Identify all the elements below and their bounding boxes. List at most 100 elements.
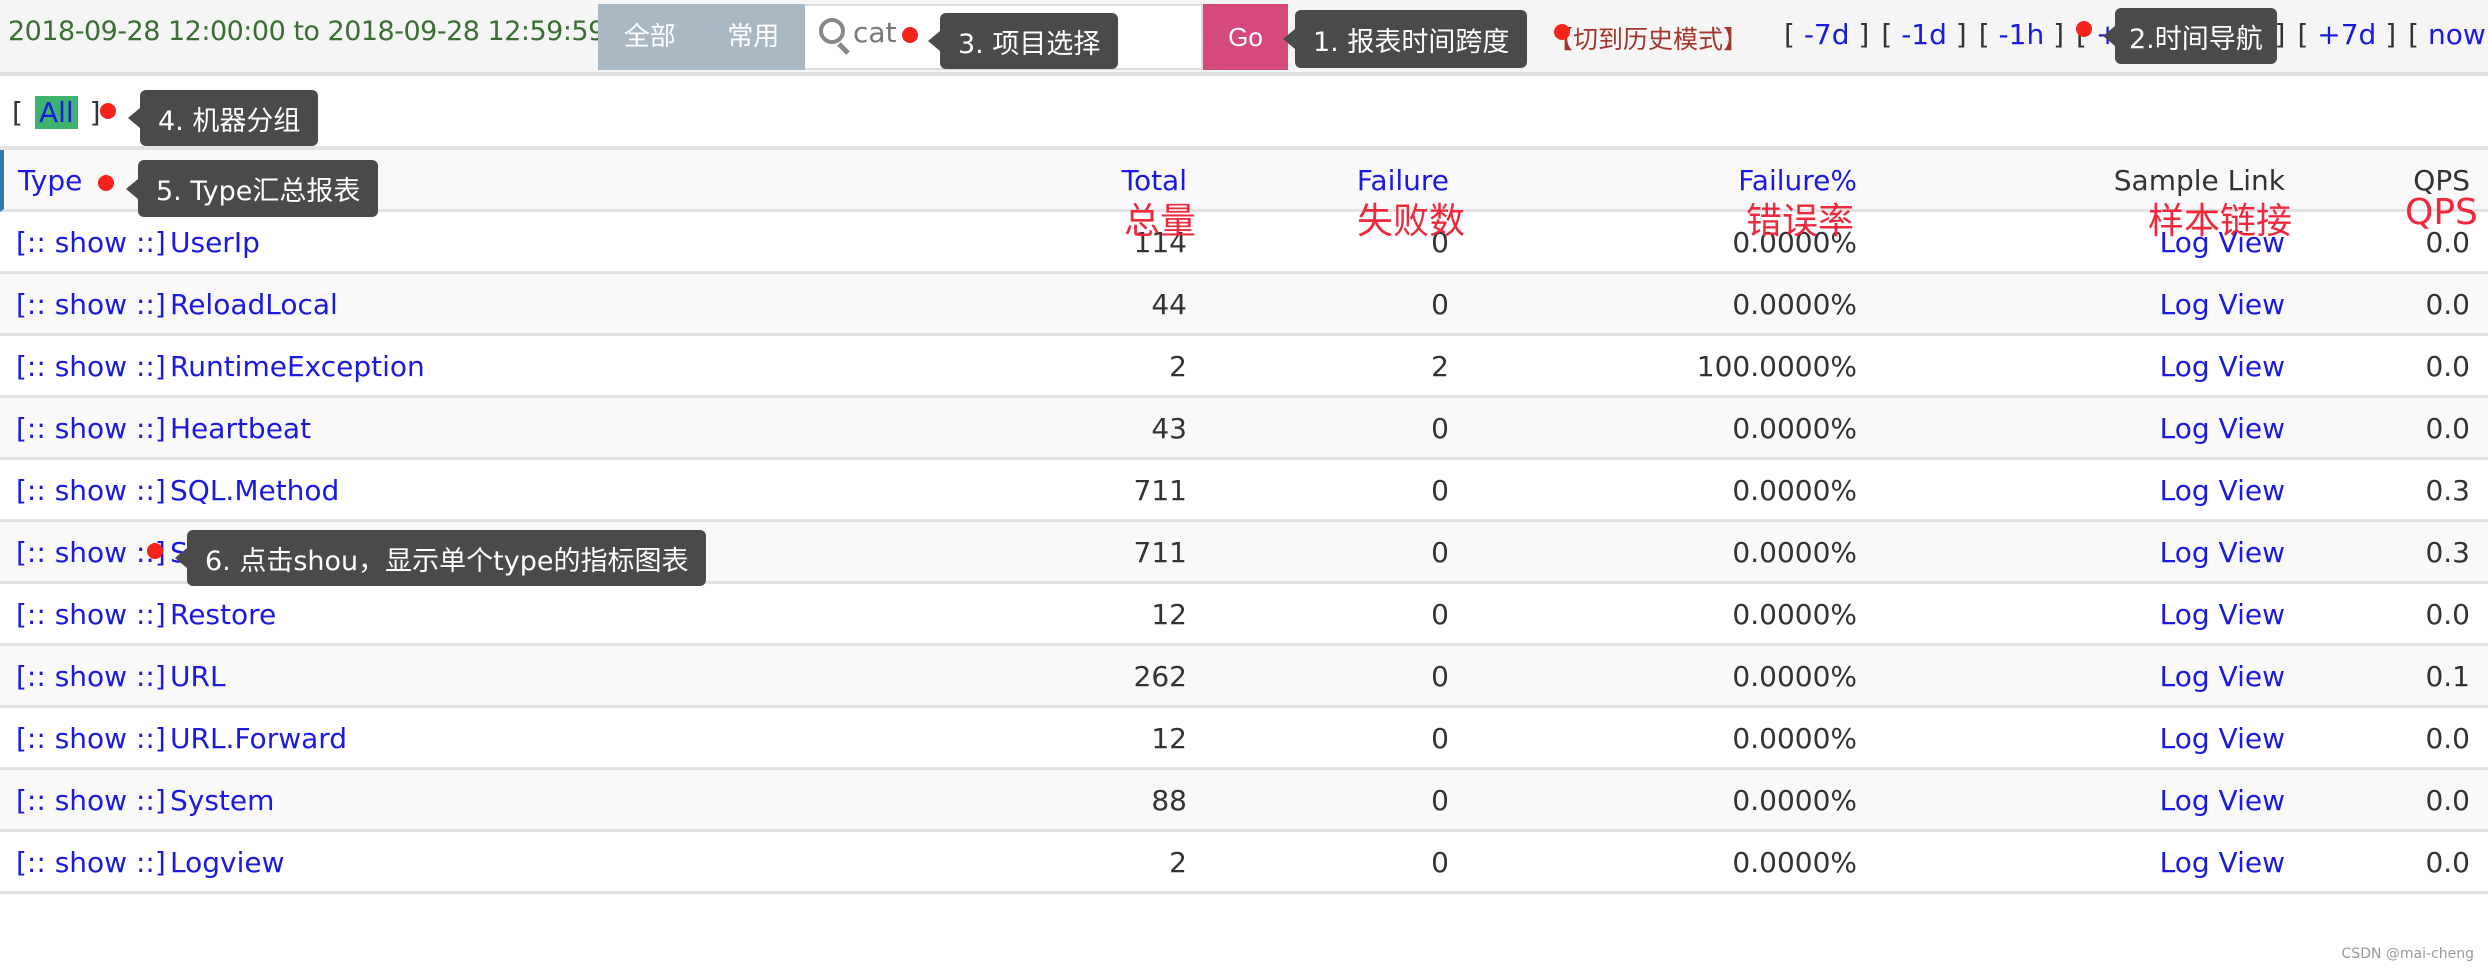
type-name-link[interactable]: Restore: [170, 598, 276, 631]
filter-all-button[interactable]: 全部: [598, 4, 702, 70]
type-name-link[interactable]: RuntimeException: [170, 350, 425, 383]
nav-plus7d-link[interactable]: +7d: [2317, 18, 2376, 51]
history-mode-link[interactable]: 【切到历史模式】: [1548, 20, 1748, 56]
log-view-link[interactable]: Log View: [2160, 598, 2285, 631]
failure-cell: 0: [1431, 412, 1449, 445]
failure-cell: 0: [1431, 722, 1449, 755]
show-chart-link[interactable]: [:: show ::]: [16, 660, 166, 693]
go-button[interactable]: Go: [1203, 4, 1288, 70]
show-chart-link[interactable]: [:: show ::]: [16, 598, 166, 631]
log-view-link[interactable]: Log View: [2160, 412, 2285, 445]
log-view-link[interactable]: Log View: [2160, 660, 2285, 693]
failure-pct-cell: 0.0000%: [1732, 412, 1857, 445]
marker-dot: [902, 27, 918, 43]
label-total: 总量: [1124, 201, 1197, 242]
nav-minus1d-link[interactable]: -1d: [1901, 18, 1947, 51]
filter-common-button[interactable]: 常用: [702, 4, 806, 70]
show-chart-link[interactable]: [:: show ::]: [16, 350, 166, 383]
table-row: [:: show ::] SQL.Method 711 0 0.0000% Lo…: [0, 460, 2488, 522]
failure-pct-cell: 0.0000%: [1732, 660, 1857, 693]
qps-cell: 0.0: [2425, 350, 2470, 383]
show-chart-link[interactable]: [:: show ::]: [16, 226, 166, 259]
header-type[interactable]: Type: [18, 164, 82, 197]
marker-dot: [147, 543, 163, 559]
type-name-link[interactable]: URL: [170, 660, 226, 693]
log-view-link[interactable]: Log View: [2160, 288, 2285, 321]
failure-cell: 0: [1431, 288, 1449, 321]
failure-cell: 2: [1431, 350, 1449, 383]
failure-cell: 0: [1431, 784, 1449, 817]
show-chart-link[interactable]: [:: show ::]: [16, 846, 166, 879]
table-row: [:: show ::] Heartbeat 43 0 0.0000% Log …: [0, 398, 2488, 460]
table-row: [:: show ::] System 88 0 0.0000% Log Vie…: [0, 770, 2488, 832]
failure-cell: 0: [1431, 536, 1449, 569]
failure-pct-cell: 0.0000%: [1732, 722, 1857, 755]
label-qps: QPS: [2405, 192, 2478, 233]
tooltip-machine-group: 4. 机器分组: [127, 90, 319, 146]
total-cell: 711: [1133, 474, 1187, 507]
label-failure-pct: 错误率: [1746, 201, 1855, 242]
tooltip-project: 3. 项目选择: [927, 13, 1119, 69]
nav-minus7d-link[interactable]: -7d: [1804, 18, 1850, 51]
date-range: 2018-09-28 12:00:00 to 2018-09-28 12:59:…: [8, 16, 605, 47]
failure-pct-cell: 0.0000%: [1732, 784, 1857, 817]
qps-cell: 0.0: [2425, 722, 2470, 755]
failure-pct-cell: 0.0000%: [1732, 598, 1857, 631]
type-name-link[interactable]: UserIp: [170, 226, 260, 259]
marker-dot: [2076, 21, 2092, 37]
show-chart-link[interactable]: [:: show ::]: [16, 784, 166, 817]
log-view-link[interactable]: Log View: [2160, 350, 2285, 383]
log-view-link[interactable]: Log View: [2160, 846, 2285, 879]
project-filter-group: 全部 常用: [598, 4, 805, 70]
qps-cell: 0.3: [2425, 536, 2470, 569]
qps-cell: 0.0: [2425, 598, 2470, 631]
failure-pct-cell: 0.0000%: [1732, 288, 1857, 321]
group-all-link[interactable]: All: [34, 96, 78, 129]
failure-cell: 0: [1431, 598, 1449, 631]
type-name-link[interactable]: Logview: [170, 846, 285, 879]
failure-pct-cell: 0.0000%: [1732, 536, 1857, 569]
watermark: CSDN @mai-cheng: [2341, 946, 2474, 962]
qps-cell: 0.0: [2425, 412, 2470, 445]
log-view-link[interactable]: Log View: [2160, 474, 2285, 507]
marker-dot: [1554, 24, 1570, 40]
table-row: [:: show ::] URL.Forward 12 0 0.0000% Lo…: [0, 708, 2488, 770]
total-cell: 44: [1151, 288, 1187, 321]
total-cell: 2: [1169, 846, 1187, 879]
show-chart-link[interactable]: [:: show ::]: [16, 288, 166, 321]
failure-cell: 0: [1431, 846, 1449, 879]
show-chart-link[interactable]: [:: show ::]: [16, 474, 166, 507]
total-cell: 2: [1169, 350, 1187, 383]
nav-now-link[interactable]: now: [2428, 18, 2486, 51]
log-view-link[interactable]: Log View: [2160, 722, 2285, 755]
marker-dot: [100, 103, 116, 119]
tooltip-time-nav: 2.时间导航: [2103, 8, 2277, 64]
total-cell: 711: [1133, 536, 1187, 569]
marker-dot: [98, 175, 114, 191]
label-failure: 失败数: [1357, 201, 1466, 242]
failure-pct-cell: 0.0000%: [1732, 474, 1857, 507]
type-name-link[interactable]: ReloadLocal: [170, 288, 338, 321]
tooltip-type-report: 5. Type汇总报表: [125, 160, 379, 217]
log-view-link[interactable]: Log View: [2160, 784, 2285, 817]
label-sample-link: 样本链接: [2148, 201, 2293, 242]
type-name-link[interactable]: URL.Forward: [170, 722, 347, 755]
type-name-link[interactable]: Heartbeat: [170, 412, 311, 445]
show-chart-link[interactable]: [:: show ::]: [16, 722, 166, 755]
type-name-link[interactable]: SQL.Method: [170, 474, 339, 507]
tooltip-time-span: 1. 报表时间跨度: [1282, 10, 1528, 68]
qps-cell: 0.3: [2425, 474, 2470, 507]
total-cell: 88: [1151, 784, 1187, 817]
log-view-link[interactable]: Log View: [2160, 536, 2285, 569]
type-report-table: Type Total Failure Failure% Sample Link …: [0, 150, 2488, 894]
nav-minus1h-link[interactable]: -1h: [1999, 18, 2045, 51]
show-chart-link[interactable]: [:: show ::]: [16, 412, 166, 445]
table-row: [:: show ::] UserIp 114 0 0.0000% Log Vi…: [0, 212, 2488, 274]
table-row: [:: show ::] Logview 2 0 0.0000% Log Vie…: [0, 832, 2488, 894]
qps-cell: 0.0: [2425, 288, 2470, 321]
show-chart-link[interactable]: [:: show ::]: [16, 536, 166, 569]
total-cell: 12: [1151, 598, 1187, 631]
table-row: [:: show ::] RuntimeException 2 2 100.00…: [0, 336, 2488, 398]
total-cell: 43: [1151, 412, 1187, 445]
type-name-link[interactable]: System: [170, 784, 274, 817]
